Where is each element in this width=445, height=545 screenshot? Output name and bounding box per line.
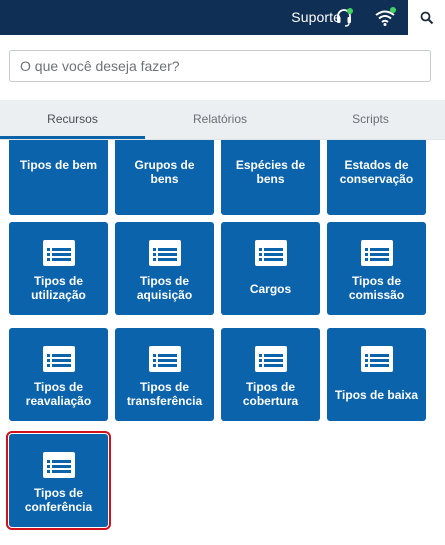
search-icon: [420, 11, 433, 24]
tab-recursos[interactable]: Recursos: [0, 100, 145, 139]
tile-tipos-de-utilizacao[interactable]: Tipos de utilização: [9, 222, 108, 315]
tile-tipos-de-aquisicao[interactable]: Tipos de aquisição: [115, 222, 214, 315]
tile-tipos-de-comissao[interactable]: Tipos de comissão: [327, 222, 426, 315]
wifi-icon[interactable]: [374, 7, 396, 27]
list-icon: [148, 240, 181, 266]
tile-label: Tipos de utilização: [31, 274, 86, 302]
tile-cargos[interactable]: Cargos: [221, 222, 320, 315]
list-icon: [254, 346, 287, 372]
tile-tipos-de-cobertura[interactable]: Tipos de cobertura: [221, 328, 320, 421]
tab-relatorios[interactable]: Relatórios: [146, 100, 294, 139]
tile-label: Tipos de conferência: [24, 486, 93, 514]
tile-label: Grupos de bens: [134, 158, 195, 186]
list-icon: [42, 452, 75, 478]
tile-especies-de-bens[interactable]: Espécies de bens: [221, 140, 320, 215]
tile-label: Espécies de bens: [235, 158, 306, 186]
tile-label: Tipos de transferência: [126, 380, 203, 408]
tile-tipos-de-transferencia[interactable]: Tipos de transferência: [115, 328, 214, 421]
tile-grupos-de-bens[interactable]: Grupos de bens: [115, 140, 214, 215]
tile-label: Cargos: [249, 282, 292, 296]
status-dot-icon: [347, 8, 353, 14]
tile-label: Tipos de comissão: [348, 274, 405, 302]
headset-icon[interactable]: [334, 7, 354, 27]
list-icon: [360, 346, 393, 372]
tile-estados-de-conservacao[interactable]: Estados de conservação: [327, 140, 426, 215]
top-bar: Suporte: [0, 0, 445, 35]
tab-bar: Recursos Relatórios Scripts: [0, 100, 445, 140]
list-icon: [360, 240, 393, 266]
list-icon: [254, 240, 287, 266]
tile-tipos-de-reavaliacao[interactable]: Tipos de reavaliação: [9, 328, 108, 421]
tile-tipos-de-conferencia[interactable]: Tipos de conferência: [6, 431, 111, 530]
list-icon: [42, 240, 75, 266]
tile-label: Tipos de baixa: [334, 388, 419, 402]
resource-grid: Tipos de bem Grupos de bens Espécies de …: [0, 140, 445, 545]
tile-tipos-de-baixa[interactable]: Tipos de baixa: [327, 328, 426, 421]
tab-scripts[interactable]: Scripts: [296, 100, 445, 139]
search-input[interactable]: [9, 50, 431, 82]
tile-label: Tipos de cobertura: [242, 380, 299, 408]
tile-label: Estados de conservação: [339, 158, 414, 186]
tile-label: Tipos de aquisição: [136, 274, 193, 302]
tile-label: Tipos de reavaliação: [25, 380, 92, 408]
list-icon: [42, 346, 75, 372]
tile-tipos-de-bem[interactable]: Tipos de bem: [9, 140, 108, 215]
tile-label: Tipos de bem: [19, 158, 98, 172]
search-button[interactable]: [408, 0, 445, 35]
list-icon: [148, 346, 181, 372]
